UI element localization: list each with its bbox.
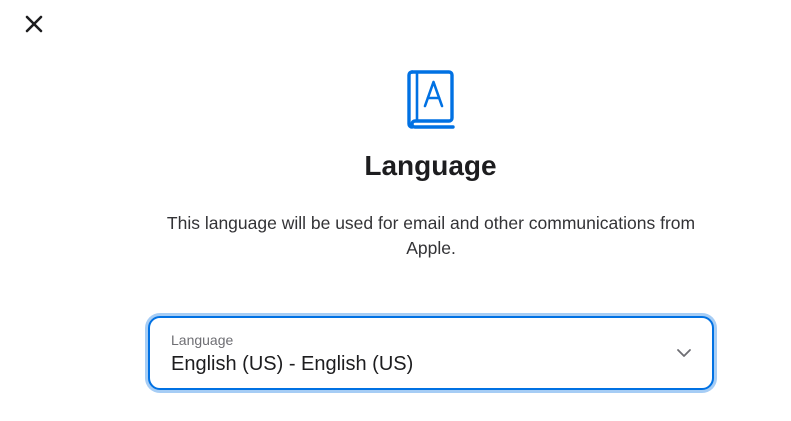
language-select[interactable]: Language English (US) - English (US) (148, 316, 714, 390)
close-button[interactable] (20, 10, 48, 38)
title-container: Language (0, 150, 791, 182)
page-title: Language (364, 150, 497, 181)
description-text: This language will be used for email and… (166, 213, 696, 258)
chevron-down-icon (676, 345, 692, 361)
close-icon (24, 14, 44, 34)
language-dialog: Language This language will be used for … (0, 0, 791, 421)
book-a-icon (405, 68, 457, 132)
language-select-value: English (US) - English (US) (171, 353, 414, 375)
language-select-label: Language (171, 332, 234, 348)
